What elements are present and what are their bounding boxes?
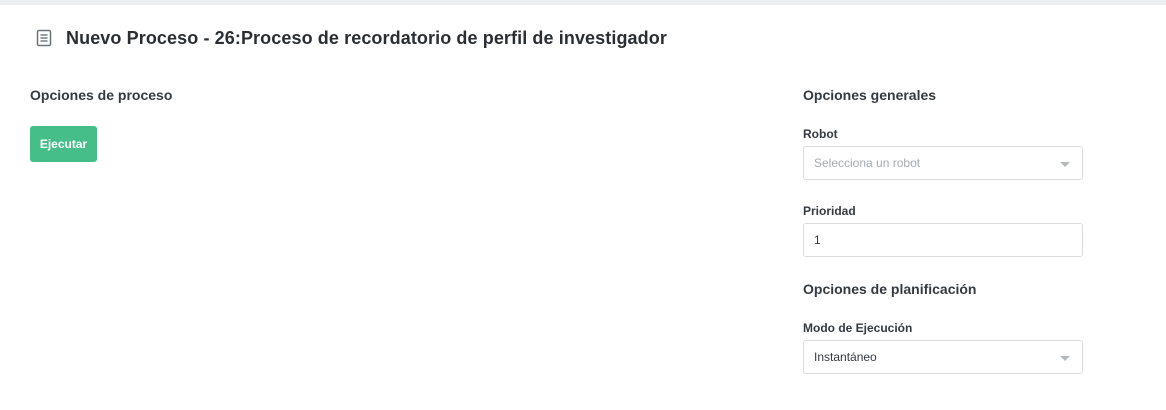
document-icon [36,29,52,47]
planning-options-title: Opciones de planificación [803,281,977,297]
priority-value: 1 [814,233,821,247]
page-title: Nuevo Proceso - 26:Proceso de recordator… [66,27,667,48]
chevron-down-icon [1060,162,1070,167]
robot-select-placeholder: Selecciona un robot [814,156,921,170]
process-options-title: Opciones de proceso [30,87,173,103]
priority-input[interactable]: 1 [803,223,1083,257]
general-options-title: Opciones generales [803,87,937,103]
execution-mode-value: Instantáneo [814,350,877,364]
robot-label: Robot [803,127,838,141]
execution-mode-select[interactable]: Instantáneo [803,340,1083,374]
run-button[interactable]: Ejecutar [30,126,97,162]
page-header: Nuevo Proceso - 26:Proceso de recordator… [36,26,667,50]
robot-select[interactable]: Selecciona un robot [803,146,1083,180]
chevron-down-icon [1060,356,1070,361]
execution-mode-label: Modo de Ejecución [803,321,913,335]
top-border [0,0,1166,5]
process-options-section: Opciones de proceso [30,87,172,103]
priority-label: Prioridad [803,204,856,218]
